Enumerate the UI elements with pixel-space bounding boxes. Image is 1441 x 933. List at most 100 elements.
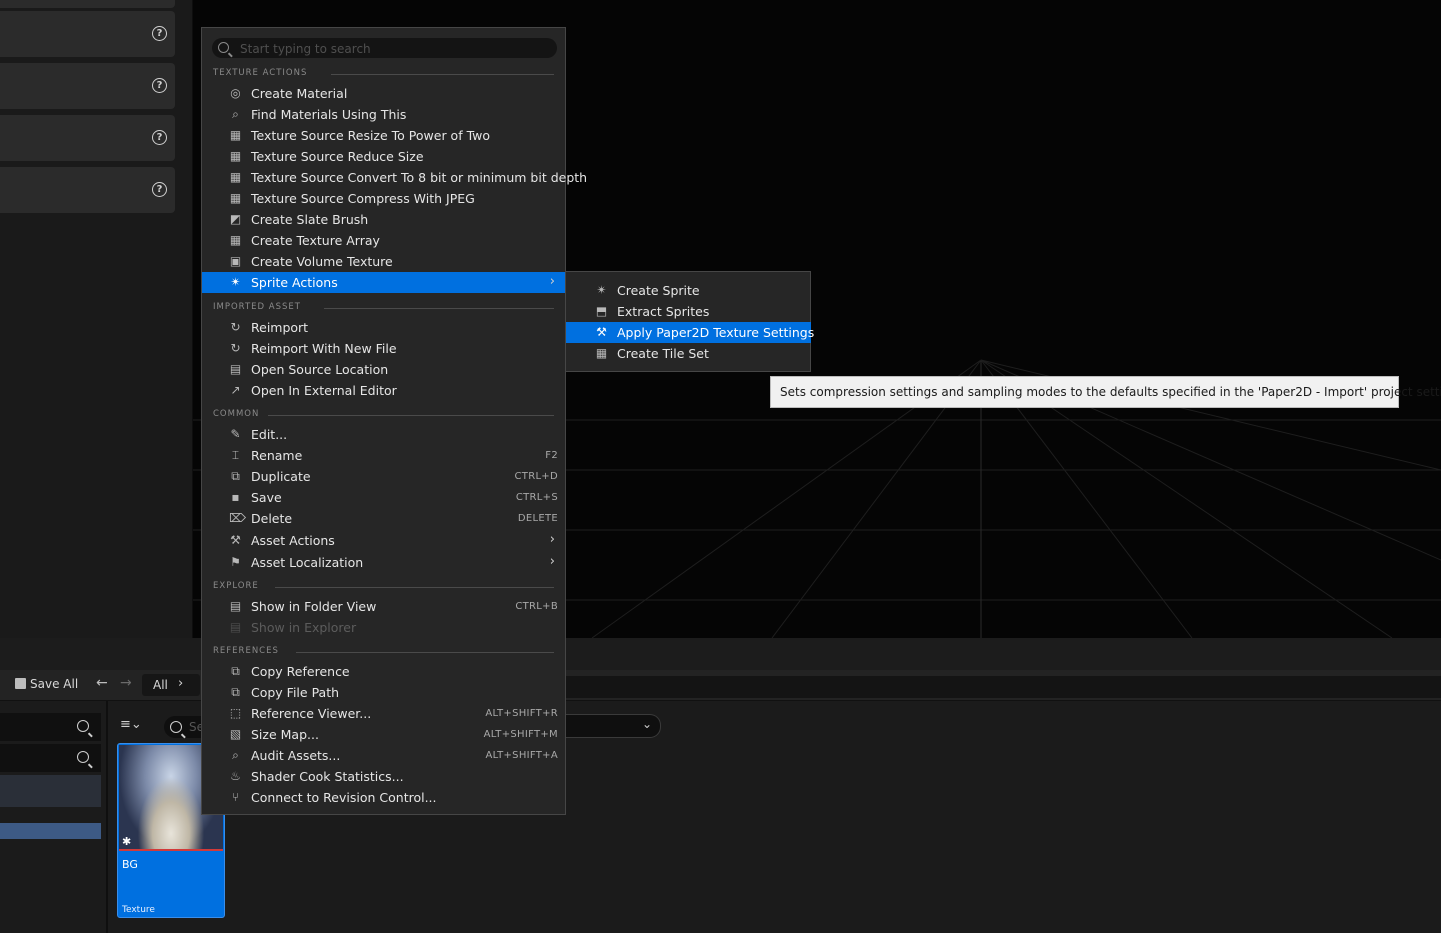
forward-icon[interactable]: → [120,675,132,691]
section-divider [275,587,554,588]
menu-item-copy-reference[interactable]: ⧉ Copy Reference [202,661,565,682]
menu-search-box[interactable] [212,38,557,59]
menu-item-label: Edit... [251,427,288,442]
details-row: ? [0,11,175,57]
menu-item-show-in-folder-view[interactable]: ▤ Show in Folder View CTRL+B [202,596,565,617]
path-root-button[interactable]: All › [142,674,200,696]
section-header-texture-actions: TEXTURE ACTIONS [213,68,308,78]
menu-item-label: Create Sprite [617,283,700,298]
menu-item-save[interactable]: ▪ Save CTRL+S [202,487,565,508]
sources-panel [0,701,108,933]
back-icon[interactable]: ← [96,675,108,691]
menu-item-size-map[interactable]: ▧ Size Map... ALT+SHIFT+M [202,724,565,745]
menu-item-find-materials-using-this[interactable]: ⌕ Find Materials Using This [202,104,565,125]
reimport-icon: ↻ [230,341,241,355]
help-icon[interactable]: ? [152,182,167,197]
asset-context-menu: TEXTURE ACTIONS ◎ Create Material ⌕ Find Mat… [201,27,587,815]
menu-item-create-texture-array[interactable]: ▦ Create Texture Array [202,230,565,251]
menu-item-open-in-external-editor[interactable]: ↗ Open In External Editor [202,380,565,401]
menu-item-apply-paper2d-texture-settings[interactable]: ⚒ Apply Paper2D Texture Settings [566,322,814,343]
section-divider [268,415,554,416]
details-row [0,0,175,8]
menu-item-audit-assets[interactable]: ⌕ Audit Assets... ALT+SHIFT+A [202,745,565,766]
search-icon [170,721,182,733]
menu-item-copy-file-path[interactable]: ⧉ Copy File Path [202,682,565,703]
help-icon[interactable]: ? [152,78,167,93]
section-header-references: REFERENCES [213,646,279,656]
section-header-common: COMMON [213,409,260,419]
menu-item-connect-to-revision-control[interactable]: ⑂ Connect to Revision Control... [202,787,565,808]
folder-row-selected[interactable] [0,823,101,839]
menu-item-label: Rename [251,448,303,463]
menu-item-reimport-with-new-file[interactable]: ↻ Reimport With New File [202,338,565,359]
shortcut-label: ALT+SHIFT+A [485,750,558,761]
menu-item-texture-source-convert-to-8-bit-or-minimum-bit-depth[interactable]: ▦ Texture Source Convert To 8 bit or mini… [202,167,587,188]
menu-item-asset-localization[interactable]: ⚑ Asset Localization › [202,552,565,573]
search-icon[interactable] [77,720,89,732]
menu-item-label: Asset Localization [251,555,364,570]
menu-item-label: Copy File Path [251,685,340,700]
menu-item-label: Reimport [251,320,309,335]
filter-dropdown[interactable]: ⌄ [566,714,661,738]
menu-item-label: Sprite Actions [251,275,338,290]
menu-item-label: Texture Source Compress With JPEG [251,191,475,206]
menu-item-duplicate[interactable]: ⧉ Duplicate CTRL+D [202,466,565,487]
sources-search-row[interactable] [0,744,101,772]
help-icon[interactable]: ? [152,130,167,145]
details-row: ? [0,115,175,161]
menu-item-delete[interactable]: ⌦ Delete DELETE [202,508,565,529]
wrench-icon: ⚒ [596,325,607,339]
asset-type: Texture [122,905,155,915]
texture-icon: ▦ [229,233,242,247]
menu-search-input[interactable] [238,39,542,59]
save-all-button[interactable]: Save All [15,677,78,691]
menu-item-label: Copy Reference [251,664,350,679]
menu-item-rename[interactable]: ⌶ Rename F2 [202,445,565,466]
menu-item-create-volume-texture[interactable]: ▣ Create Volume Texture [202,251,565,272]
extract-sprites-icon: ⬒ [595,304,608,318]
asset-search-input[interactable]: Se [164,716,204,738]
menu-item-label: Asset Actions [251,533,335,548]
shortcut-label: CTRL+B [515,601,558,612]
shortcut-label: ALT+SHIFT+R [485,708,558,719]
menu-item-label: Size Map... [251,727,319,742]
rename-icon: ⌶ [231,448,240,462]
chevron-right-icon: › [178,676,184,691]
menu-item-label: Audit Assets... [251,748,341,763]
folder-row[interactable] [0,775,101,807]
menu-item-show-in-explorer: ▤ Show in Explorer [202,617,565,638]
section-header-imported-asset: IMPORTED ASSET [213,302,301,312]
save-all-label: Save All [30,677,79,691]
menu-item-extract-sprites[interactable]: ⬒ Extract Sprites [566,301,811,322]
help-icon[interactable]: ? [152,26,167,41]
menu-item-asset-actions[interactable]: ⚒ Asset Actions › [202,530,565,551]
menu-item-open-source-location[interactable]: ▤ Open Source Location [202,359,565,380]
menu-item-shader-cook-statistics[interactable]: ♨ Shader Cook Statistics... [202,766,565,787]
search-icon [218,42,229,53]
menu-item-create-sprite[interactable]: ✴ Create Sprite [566,280,811,301]
search-icon[interactable] [77,751,89,763]
reference-viewer-icon: ⬚ [229,706,242,720]
menu-item-label: Open In External Editor [251,383,397,398]
menu-item-create-tile-set[interactable]: ▦ Create Tile Set [566,343,811,364]
menu-item-texture-source-reduce-size[interactable]: ▦ Texture Source Reduce Size [202,146,565,167]
path-root-label: All [153,678,168,692]
menu-item-texture-source-resize-to-power-of-two[interactable]: ▦ Texture Source Resize To Power of Two [202,125,565,146]
save-icon [15,678,26,689]
menu-item-label: Create Tile Set [617,346,709,361]
menu-item-label: Reimport With New File [251,341,397,356]
sources-search-row[interactable] [0,713,101,741]
reimport-icon: ↻ [230,320,241,334]
revision-control-icon: ⑂ [231,790,240,804]
menu-item-create-material[interactable]: ◎ Create Material [202,83,565,104]
wrench-icon: ⚒ [230,533,241,547]
menu-item-reference-viewer[interactable]: ⬚ Reference Viewer... ALT+SHIFT+R [202,703,565,724]
menu-item-create-slate-brush[interactable]: ◩ Create Slate Brush [202,209,565,230]
menu-item-sprite-actions[interactable]: ✴ Sprite Actions › [202,272,565,293]
menu-item-edit[interactable]: ✎ Edit... [202,424,565,445]
filter-icon[interactable]: ≡⌄ [120,717,142,732]
path-bar[interactable] [566,676,1441,698]
section-header-explore: EXPLORE [213,581,259,591]
menu-item-texture-source-compress-with-jpeg[interactable]: ▦ Texture Source Compress With JPEG [202,188,565,209]
menu-item-reimport[interactable]: ↻ Reimport [202,317,565,338]
